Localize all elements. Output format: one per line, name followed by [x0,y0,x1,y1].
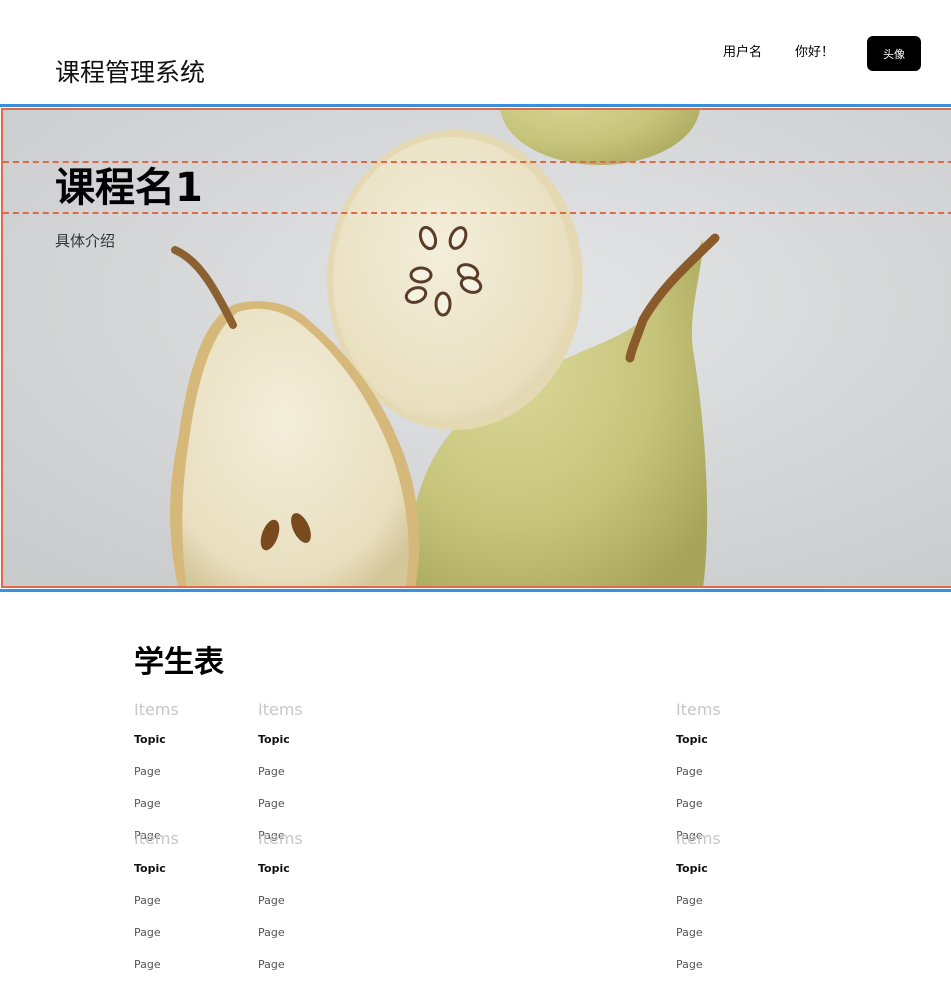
top-header: 课程管理系统 用户名 你好！ 头像 [0,0,951,104]
topic-link[interactable]: Topic [676,862,708,876]
student-table-title: 学生表 [134,645,224,680]
topic-link[interactable]: Topic [676,733,708,747]
page-link[interactable]: Page [258,926,285,940]
topic-link[interactable]: Topic [258,862,290,876]
column-header: Items [258,829,303,848]
column-header: Items [258,700,303,719]
topic-link[interactable]: Topic [258,733,290,747]
page-link[interactable]: Page [134,926,161,940]
page-link[interactable]: Page [258,958,285,972]
column-header: Items [676,700,721,719]
page-link[interactable]: Page [676,797,703,811]
course-description: 具体介绍 [55,232,116,250]
page-link[interactable]: Page [134,894,161,908]
greeting-text: 你好！ [795,45,835,60]
page-link[interactable]: Page [134,958,161,972]
page-link[interactable]: Page [676,958,703,972]
page-link[interactable]: Page [676,926,703,940]
app-title: 课程管理系统 [55,58,206,87]
topic-link[interactable]: Topic [134,862,166,876]
topic-link[interactable]: Topic [134,733,166,747]
page-link[interactable]: Page [258,765,285,779]
username-link[interactable]: 用户名 [723,44,762,62]
page-link[interactable]: Page [134,797,161,811]
page-link[interactable]: Page [134,765,161,779]
column-header: Items [676,829,721,848]
avatar-button[interactable]: 头像 [867,36,921,71]
column-header: Items [134,700,179,719]
page-link[interactable]: Page [258,894,285,908]
page-link[interactable]: Page [676,894,703,908]
course-title: 课程名1 [55,165,203,211]
page-link[interactable]: Page [676,765,703,779]
page-link[interactable]: Page [258,797,285,811]
column-header: Items [134,829,179,848]
